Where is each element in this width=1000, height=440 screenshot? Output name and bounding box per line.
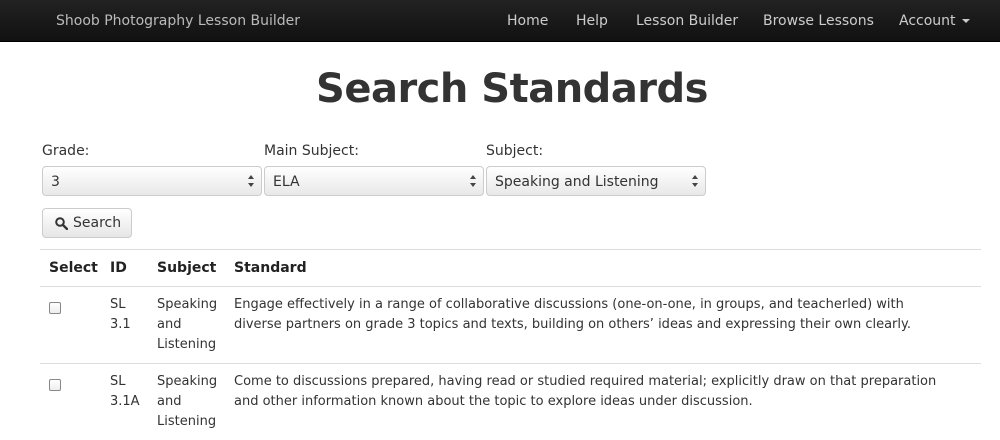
header-subject: Subject <box>157 260 217 276</box>
search-button-label: Search <box>73 215 122 231</box>
row-select-checkbox[interactable] <box>49 302 61 314</box>
main-subject-select-value: ELA <box>273 174 300 190</box>
brand-link[interactable]: Shoob Photography Lesson Builder <box>56 13 300 29</box>
row-standard: Come to discussions prepared, having rea… <box>234 372 936 412</box>
row-standard-line: Engage effectively in a range of collabo… <box>234 297 904 312</box>
page-title: Search Standards <box>316 66 708 112</box>
subject-select-value: Speaking and Listening <box>495 174 659 190</box>
grade-label: Grade: <box>42 143 90 159</box>
row-divider <box>40 363 981 364</box>
select-arrows-icon <box>248 175 254 187</box>
nav-browse-lessons[interactable]: Browse Lessons <box>763 13 874 29</box>
nav-account-label: Account <box>899 13 956 29</box>
nav-account-dropdown[interactable]: Account <box>899 13 970 29</box>
row-subject-line: Listening <box>157 414 217 429</box>
header-select: Select <box>49 260 98 276</box>
subject-select[interactable]: Speaking and Listening <box>486 166 706 196</box>
row-subject: Speaking and Listening <box>157 295 217 355</box>
row-subject-line: Listening <box>157 337 217 352</box>
row-subject-line: and <box>157 394 182 409</box>
row-id: SL 3.1 <box>110 295 131 335</box>
grade-select[interactable]: 3 <box>42 166 262 196</box>
row-standard: Engage effectively in a range of collabo… <box>234 295 911 335</box>
nav-help[interactable]: Help <box>576 13 608 29</box>
nav-home[interactable]: Home <box>507 13 548 29</box>
search-button[interactable]: Search <box>42 208 132 238</box>
row-standard-line: Come to discussions prepared, having rea… <box>234 374 937 389</box>
row-id-line: 3.1 <box>110 317 131 332</box>
select-arrows-icon <box>692 175 698 187</box>
caret-down-icon <box>961 19 970 23</box>
subject-label: Subject: <box>486 143 544 159</box>
row-subject: Speaking and Listening <box>157 372 217 432</box>
nav-lesson-builder[interactable]: Lesson Builder <box>636 13 738 29</box>
row-id-line: SL <box>110 374 126 389</box>
row-subject-line: Speaking <box>157 374 218 389</box>
row-standard-line: diverse partners on grade 3 topics and t… <box>234 317 911 332</box>
row-subject-line: Speaking <box>157 297 218 312</box>
main-subject-select[interactable]: ELA <box>264 166 484 196</box>
select-arrows-icon <box>470 175 476 187</box>
row-id: SL 3.1A <box>110 372 140 412</box>
row-id-line: 3.1A <box>110 394 140 409</box>
main-subject-label: Main Subject: <box>264 143 359 159</box>
row-id-line: SL <box>110 297 126 312</box>
header-divider <box>40 286 981 287</box>
top-navbar: Shoob Photography Lesson Builder Home He… <box>0 0 1000 42</box>
header-standard: Standard <box>234 260 307 276</box>
row-subject-line: and <box>157 317 182 332</box>
header-id: ID <box>110 260 127 276</box>
grade-select-value: 3 <box>51 174 60 190</box>
row-standard-line: and other information known about the to… <box>234 394 753 409</box>
row-select-checkbox[interactable] <box>49 379 61 391</box>
search-icon <box>55 217 68 230</box>
divider <box>40 249 981 250</box>
